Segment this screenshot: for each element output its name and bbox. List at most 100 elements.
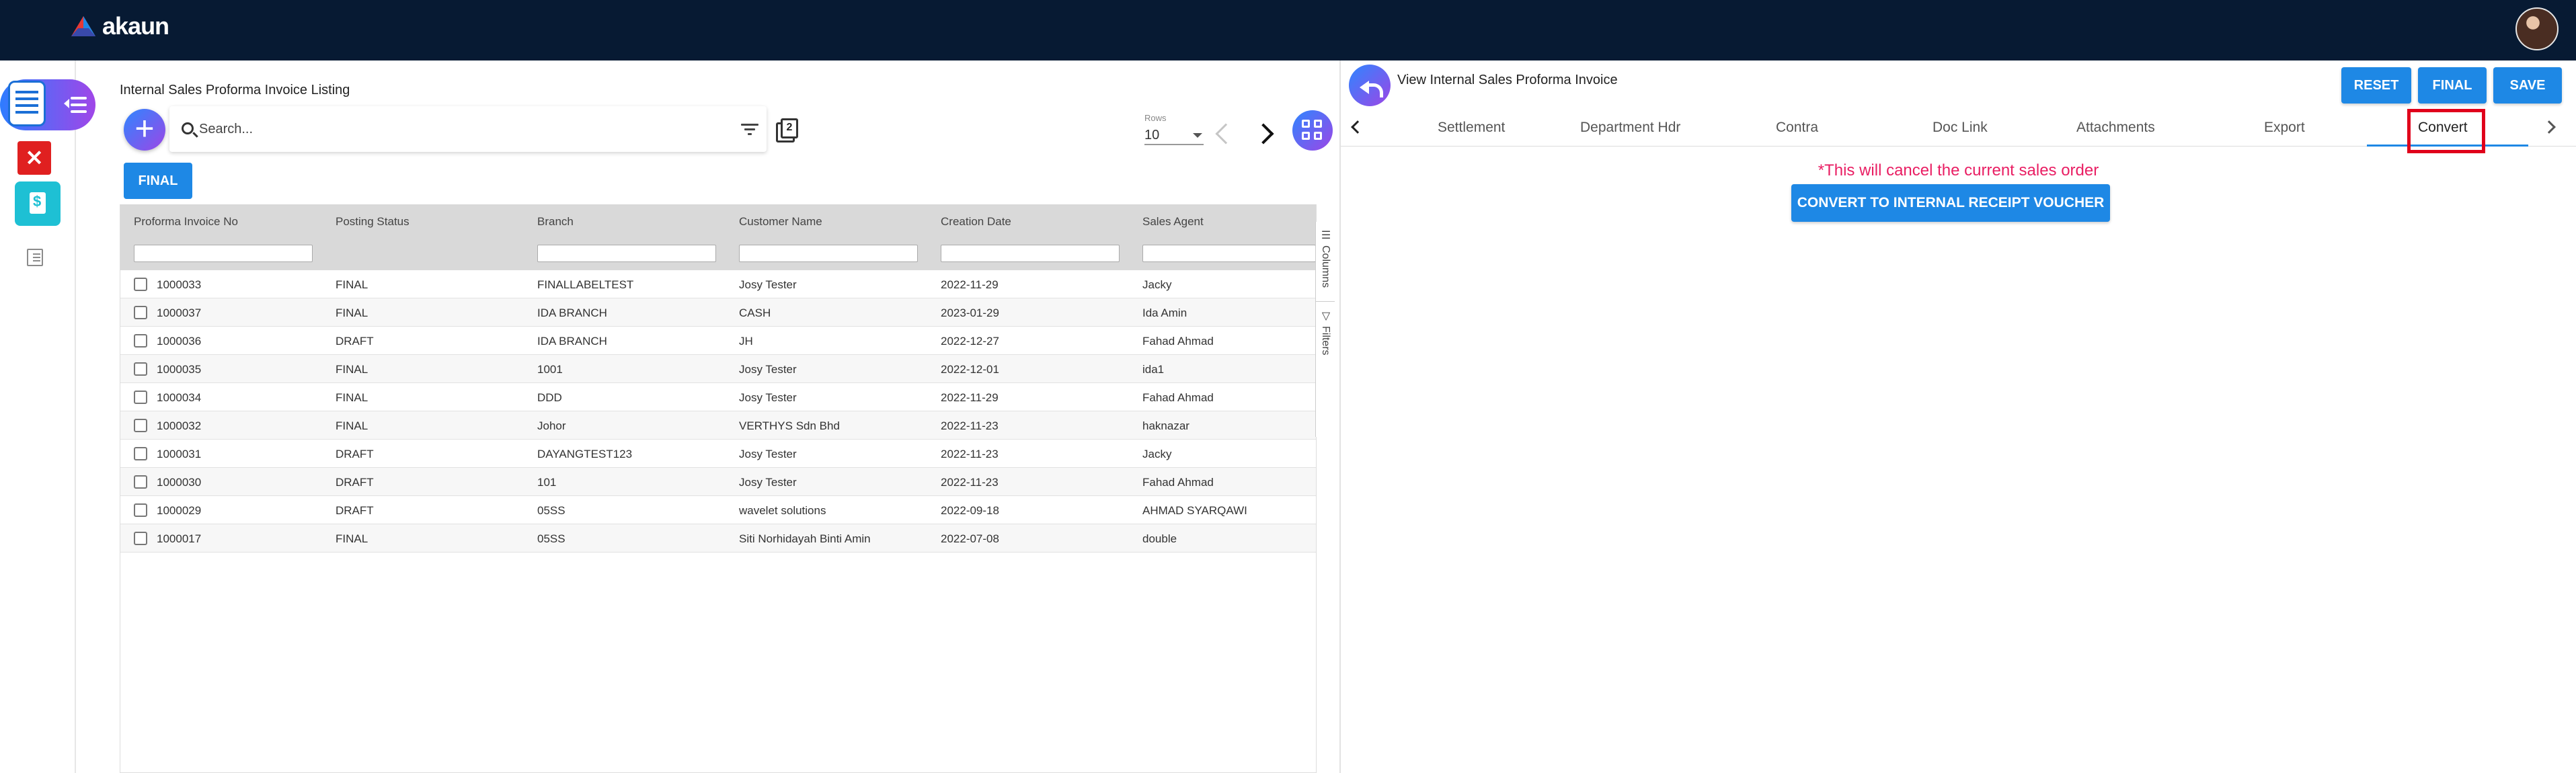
app-logo[interactable]: akaun xyxy=(70,12,169,40)
reset-button[interactable]: RESET xyxy=(2341,67,2411,104)
table-cell: 1000030 xyxy=(157,476,202,489)
table-cell: 2022-11-29 xyxy=(941,391,999,404)
row-checkbox[interactable] xyxy=(134,306,147,319)
rows-label: Rows xyxy=(1144,113,1167,123)
table-cell: Ida Amin xyxy=(1142,307,1187,319)
table-cell: 1000032 xyxy=(157,419,202,432)
row-checkbox[interactable] xyxy=(134,475,147,489)
brand-name: akaun xyxy=(102,12,169,40)
filter-funnel-icon: ▽ xyxy=(1319,309,1331,322)
avatar[interactable] xyxy=(2515,7,2559,50)
column-filter-input[interactable] xyxy=(1142,245,1316,262)
chevron-right-icon[interactable] xyxy=(1253,123,1274,145)
rows-per-page[interactable]: Rows 10 xyxy=(1144,113,1212,147)
table-cell: FINAL xyxy=(336,307,368,319)
tab-contra[interactable]: Contra xyxy=(1776,120,1818,136)
table-cell: haknazar xyxy=(1142,419,1189,432)
column-filter-input[interactable] xyxy=(537,245,716,262)
column-filter-input[interactable] xyxy=(941,245,1120,262)
warning-message: *This will cancel the current sales orde… xyxy=(1818,161,2099,179)
chevron-left-icon[interactable] xyxy=(1215,123,1237,145)
table-cell: DRAFT xyxy=(336,335,374,348)
table-row[interactable]: 1000035 FINAL 1001 Josy Tester 2022-12-01 ida… xyxy=(120,355,1316,383)
receipt-icon[interactable] xyxy=(15,181,61,226)
add-button[interactable]: + xyxy=(124,109,165,151)
filter-icon[interactable] xyxy=(741,124,758,136)
column-header[interactable]: Sales Agent xyxy=(1142,215,1204,229)
row-checkbox[interactable] xyxy=(134,503,147,517)
column-header[interactable]: Posting Status xyxy=(336,215,409,229)
save-button[interactable]: SAVE xyxy=(2493,67,2562,104)
back-button[interactable] xyxy=(1349,65,1391,106)
table-row[interactable]: 1000031 DRAFT DAYANGTEST123 Josy Tester 2022… xyxy=(120,440,1316,468)
table-cell: 2022-11-23 xyxy=(941,448,999,460)
columns-side-tab-label: Columns xyxy=(1320,245,1331,288)
columns-side-tab[interactable]: ☰ Columns xyxy=(1316,229,1335,288)
table-cell: 1000017 xyxy=(157,532,202,545)
chevron-down-icon xyxy=(1193,133,1202,138)
table-cell: 2022-09-18 xyxy=(941,504,999,517)
chevron-left-icon[interactable] xyxy=(1351,120,1364,134)
tab-export[interactable]: Export xyxy=(2264,120,2305,136)
table-cell: 2022-12-01 xyxy=(941,363,999,376)
table-cell: wavelet solutions xyxy=(739,504,826,517)
table-cell: 2022-11-23 xyxy=(941,476,999,489)
page-title: Internal Sales Proforma Invoice Listing xyxy=(120,83,350,97)
table-cell: Josy Tester xyxy=(739,363,797,376)
row-checkbox[interactable] xyxy=(134,334,147,348)
copy-icon[interactable] xyxy=(776,118,798,143)
table-cell: 1001 xyxy=(537,363,563,376)
table-cell: Fahad Ahmad xyxy=(1142,476,1214,489)
tab-doc-link[interactable]: Doc Link xyxy=(1933,120,1988,136)
column-filter-input[interactable] xyxy=(739,245,918,262)
table-row[interactable]: 1000030 DRAFT 101 Josy Tester 2022-11-23 Faha… xyxy=(120,468,1316,496)
table-cell: DDD xyxy=(537,391,562,404)
table-row[interactable]: 1000029 DRAFT 05SS wavelet solutions 2022-09… xyxy=(120,496,1316,524)
table-cell: DRAFT xyxy=(336,504,374,517)
grid-view-icon[interactable] xyxy=(1292,110,1333,151)
row-checkbox[interactable] xyxy=(134,391,147,404)
search-input[interactable] xyxy=(199,116,724,143)
table-row[interactable]: 1000017 FINAL 05SS Siti Norhidayah Binti Am… xyxy=(120,524,1316,553)
table-row[interactable]: 1000037 FINAL IDA BRANCH CASH 2023-01-29 Ida … xyxy=(120,298,1316,327)
row-checkbox[interactable] xyxy=(134,362,147,376)
column-header[interactable]: Proforma Invoice No xyxy=(134,215,238,229)
table-cell: 05SS xyxy=(537,532,565,545)
chevron-right-icon[interactable] xyxy=(2542,120,2556,134)
table-cell: FINAL xyxy=(336,419,368,432)
table-row[interactable]: 1000036 DRAFT IDA BRANCH JH 2022-12-27 Fahad … xyxy=(120,327,1316,355)
table-cell: FINAL xyxy=(336,278,368,291)
row-checkbox[interactable] xyxy=(134,278,147,291)
row-checkbox[interactable] xyxy=(134,419,147,432)
tab-settlement[interactable]: Settlement xyxy=(1438,120,1505,136)
column-filter-input[interactable] xyxy=(134,245,313,262)
final-filter-button[interactable]: FINAL xyxy=(124,163,192,199)
column-header[interactable]: Branch xyxy=(537,215,574,229)
convert-button[interactable]: CONVERT TO INTERNAL RECEIPT VOUCHER xyxy=(1791,184,2110,222)
rows-select[interactable]: 10 xyxy=(1144,125,1204,145)
table-cell: CASH xyxy=(739,307,771,319)
table-cell: Siti Norhidayah Binti Amin xyxy=(739,532,871,545)
add-icon: + xyxy=(134,110,155,147)
row-checkbox[interactable] xyxy=(134,447,147,460)
table-cell: 2022-11-23 xyxy=(941,419,999,432)
filters-side-tab[interactable]: ▽ Filters xyxy=(1316,309,1335,356)
final-button[interactable]: FINAL xyxy=(2418,67,2487,104)
columns-icon: ☰ xyxy=(1319,229,1331,241)
table-cell: DRAFT xyxy=(336,476,374,489)
column-header[interactable]: Creation Date xyxy=(941,215,1011,229)
table-row[interactable]: 1000033 FINAL FINALLABELTEST Josy Tester 202… xyxy=(120,270,1316,298)
tab-department-hdr[interactable]: Department Hdr xyxy=(1580,120,1680,136)
pdf-icon[interactable]: ✕ xyxy=(17,141,51,175)
table-cell: AHMAD SYARQAWI xyxy=(1142,504,1247,517)
column-header[interactable]: Customer Name xyxy=(739,215,822,229)
sales-doc-icon[interactable] xyxy=(8,81,46,126)
table-row[interactable]: 1000034 FINAL DDD Josy Tester 2022-11-29 Faha… xyxy=(120,383,1316,411)
table-row[interactable]: 1000032 FINAL Johor VERTHYS Sdn Bhd 2022-11-… xyxy=(120,411,1316,440)
invoice-table: Proforma Invoice No Posting Status Branc… xyxy=(120,204,1317,773)
list-icon[interactable] xyxy=(27,249,43,266)
table-cell: Johor xyxy=(537,419,566,432)
row-checkbox[interactable] xyxy=(134,532,147,545)
tab-attachments[interactable]: Attachments xyxy=(2076,120,2155,136)
menu-collapse-icon[interactable] xyxy=(64,95,87,114)
